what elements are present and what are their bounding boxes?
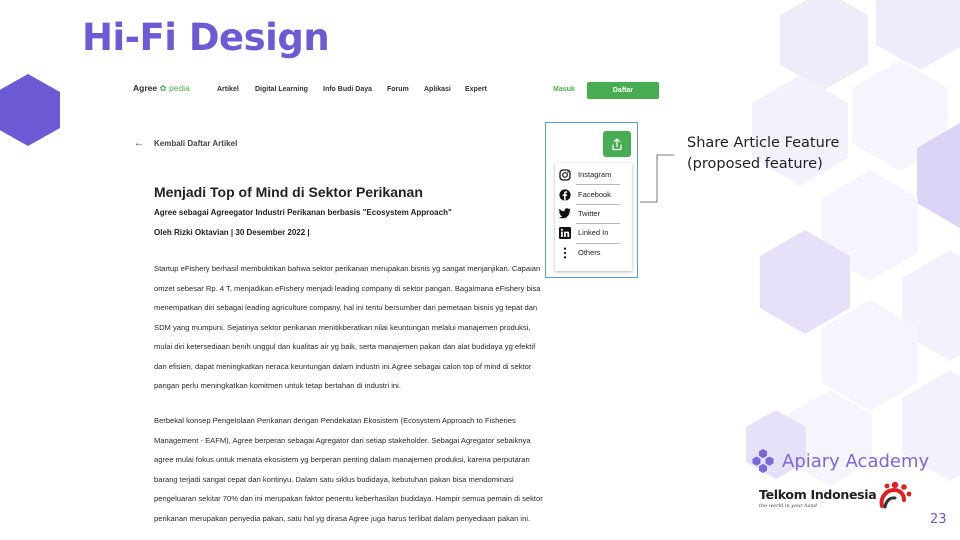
paragraph-line: perikanan merupakan penyedia pakan, satu… (154, 513, 531, 523)
nav-link-expert[interactable]: Expert (465, 86, 487, 93)
annotation-line-2: (proposed feature) (687, 156, 823, 172)
article-title: Menjadi Top of Mind di Sektor Perikanan (154, 184, 423, 200)
register-button[interactable]: Daftar (587, 82, 659, 99)
menu-label: Twitter (578, 209, 601, 218)
article-subtitle: Agree sebagai Agreegator Industri Perika… (154, 208, 452, 217)
paragraph-line: dan efisien, dapat meningkatkan neraca k… (154, 361, 532, 371)
menu-label: Instagram (578, 170, 612, 179)
menu-label: Facebook (578, 190, 611, 199)
brand-logo: Apiary Academy (750, 448, 929, 474)
share-icon (612, 137, 622, 150)
nav-link-info-budi-daya[interactable]: Info Budi Daya (323, 86, 372, 93)
article-paragraph-1: Startup eFishery berhasil membuktikan ba… (154, 264, 634, 401)
article-paragraph-2: Berbekal konsep Pengelolaan Perikanan de… (154, 416, 634, 525)
paragraph-line: agree mulai fokus untuk menata ekosistem… (154, 455, 530, 464)
slide-title: Hi-Fi Design (82, 16, 330, 59)
share-option-twitter[interactable]: Twitter (559, 204, 631, 223)
more-vertical-icon (559, 247, 571, 259)
back-to-articles-link[interactable]: ← Kembali Daftar Artikel (134, 138, 237, 149)
paragraph-line: Berbekal konsep Pengelolaan Perikanan de… (154, 416, 516, 425)
site-logo[interactable]: Agree ✿ pedia (133, 83, 190, 94)
share-option-linkedin[interactable]: Linked In (559, 223, 631, 242)
logo-text-agree: Agree (133, 83, 158, 93)
paragraph-line: SDM yang mumpuni. Sejatinya sektor perik… (154, 322, 531, 332)
page-number: 23 (930, 512, 947, 527)
arrow-left-icon: ← (134, 138, 144, 149)
paragraph-line: pangan perlu meningkatkan komitmen untuk… (154, 381, 401, 390)
linkedin-icon (559, 226, 571, 239)
facebook-icon (559, 188, 571, 201)
logo-text-pedia: pedia (168, 83, 190, 93)
paragraph-line: menempatkan diri sebagai leading agricul… (154, 303, 538, 312)
brand-name: Apiary Academy (782, 450, 930, 472)
telkom-emblem-icon (879, 481, 912, 509)
leaf-icon: ✿ (159, 83, 167, 93)
nav-link-artikel[interactable]: Artikel (217, 86, 239, 93)
partner-tagline: the world in your hand (759, 503, 817, 509)
paragraph-line: mulai diri ketersediaan benih unggul dan… (154, 342, 536, 351)
menu-label: Others (578, 248, 601, 257)
nav-link-digital-learning[interactable]: Digital Learning (255, 86, 308, 93)
share-button[interactable] (603, 131, 631, 157)
share-feature-highlight: Instagram Facebook Twitter Linked In Oth… (545, 122, 638, 278)
share-option-others[interactable]: Others (559, 243, 631, 262)
share-menu: Instagram Facebook Twitter Linked In Oth… (555, 163, 632, 271)
apiary-hex-icon (752, 449, 774, 473)
login-link[interactable]: Masuk (553, 86, 575, 93)
menu-label: Linked In (578, 228, 609, 237)
partner-name: Telkom Indonesia (759, 487, 877, 502)
annotation-line-1: Share Article Feature (687, 135, 840, 151)
paragraph-line: pengeluaran sekitar 70% dan ini merupaka… (154, 494, 543, 503)
nav-link-forum[interactable]: Forum (387, 86, 409, 93)
feature-annotation: Share Article Feature (proposed feature) (687, 133, 839, 175)
site-navbar: Agree ✿ pedia Artikel Digital Learning I… (128, 72, 662, 108)
share-option-facebook[interactable]: Facebook (559, 185, 631, 204)
paragraph-line: barang terjadi sangat cepat dan kontinyu… (154, 474, 514, 484)
nav-link-aplikasi[interactable]: Aplikasi (424, 86, 451, 93)
paragraph-line: Management - EAFM), Agree berperan sebag… (154, 435, 531, 445)
paragraph-line: omzet sebesar Rp. 4 T, menjadikan eFishe… (154, 283, 541, 293)
twitter-icon (559, 208, 571, 220)
share-option-instagram[interactable]: Instagram (559, 165, 631, 184)
partner-logo: Telkom Indonesia the world in your hand (759, 487, 877, 509)
article-byline: Oleh Rizki Oktavian | 30 Desember 2022 | (154, 228, 310, 237)
back-label: Kembali Daftar Artikel (154, 139, 238, 148)
instagram-icon (559, 168, 571, 181)
